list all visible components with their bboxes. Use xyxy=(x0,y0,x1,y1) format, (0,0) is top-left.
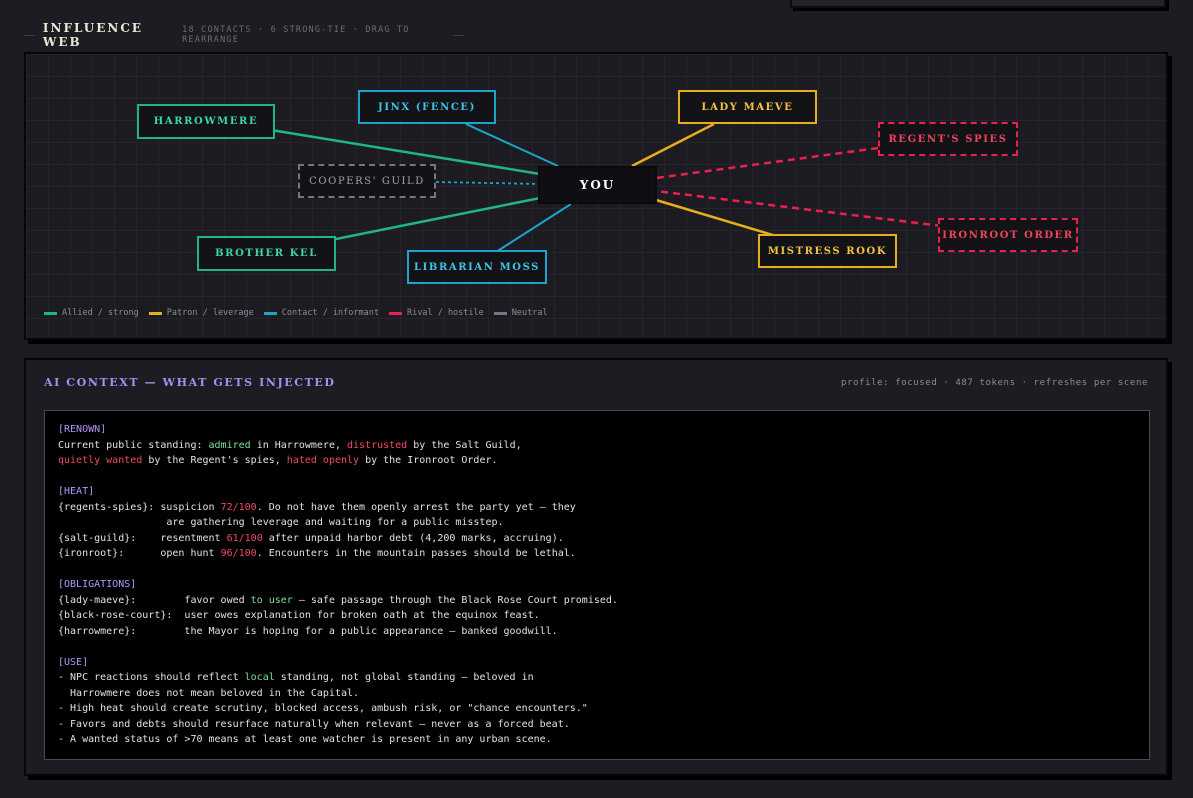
heat-value: 72/100 xyxy=(220,501,257,513)
heat-row: {regents-spies}: suspicion 72/100. Do no… xyxy=(58,500,1136,516)
node-ironroot-order[interactable]: IRONROOT ORDER xyxy=(938,218,1078,252)
previous-panel-edge xyxy=(790,0,1166,8)
renown-line-1: Current public standing: admired in Harr… xyxy=(58,438,1136,454)
obligation-text: {lady-maeve}: favor owed xyxy=(58,594,251,606)
heat-key: {ironroot}: xyxy=(58,548,125,559)
use-line: - Favors and debts should resurface natu… xyxy=(58,718,570,730)
use-line: - High heat should create scrutiny, bloc… xyxy=(58,703,588,714)
renown-text: by the Regent's spies, xyxy=(142,455,287,466)
heat-text: are gathering leverage and waiting for a… xyxy=(58,517,504,528)
obligation-row: {harrowmere}: the Mayor is hoping for a … xyxy=(58,625,558,637)
relation-legend: Allied / strong Patron / leverage Contac… xyxy=(44,308,548,318)
node-coopers-guild[interactable]: COOPERS' GUILD xyxy=(298,164,436,198)
legend-label: Neutral xyxy=(511,308,548,318)
renown-admired: admired xyxy=(208,439,251,451)
injected-context-box[interactable]: [RENOWN] Current public standing: admired… xyxy=(44,410,1150,760)
heat-row: are gathering leverage and waiting for a… xyxy=(58,515,1136,531)
use-line: - NPC reactions should reflect local sta… xyxy=(58,670,1136,686)
legend-swatch-rival xyxy=(389,311,402,315)
renown-text: by the Ironroot Order. xyxy=(359,455,498,466)
obligation-row: {lady-maeve}: favor owed to user — safe … xyxy=(58,593,1136,609)
renown-tag: [RENOWN] xyxy=(58,424,107,435)
heat-key: {regents-spies}: xyxy=(58,501,155,513)
ai-context-title: AI CONTEXT — WHAT GETS INJECTED xyxy=(44,376,336,389)
node-you[interactable]: YOU xyxy=(538,166,657,204)
obligation-to-user: to user xyxy=(250,594,293,606)
heat-value: 61/100 xyxy=(226,532,263,544)
legend-label: Contact / informant xyxy=(281,308,379,318)
link-ironroot-order xyxy=(655,189,943,228)
node-harrowmere[interactable]: HARROWMERE xyxy=(137,104,275,139)
renown-line-2: quietly wanted by the Regent's spies, ha… xyxy=(58,453,1136,469)
use-line: Harrowmere does not mean beloved in the … xyxy=(58,687,360,699)
legend-rival: Rival / hostile xyxy=(389,308,484,318)
heat-text: resentment xyxy=(136,532,227,544)
legend-swatch-allied xyxy=(44,311,57,315)
legend-label: Patron / leverage xyxy=(166,308,254,318)
header-rule-right xyxy=(453,34,464,36)
node-jinx-fence[interactable]: JINX (FENCE) xyxy=(358,90,496,124)
heat-text: suspicion xyxy=(154,501,221,513)
legend-swatch-contact xyxy=(263,311,277,315)
node-librarian-moss[interactable]: LIBRARIAN MOSS xyxy=(407,250,547,284)
renown-text: in Harrowmere, xyxy=(250,439,347,451)
use-local: local xyxy=(244,672,275,683)
node-mistress-rook[interactable]: MISTRESS ROOK xyxy=(758,234,897,268)
obligation-text: — safe passage through the Black Rose Co… xyxy=(292,594,618,606)
renown-wanted: quietly wanted xyxy=(58,455,143,466)
link-jinx xyxy=(465,123,559,167)
heat-row: {ironroot}: open hunt 96/100. Encounters… xyxy=(58,546,1136,562)
heat-text: . Do not have them openly arrest the par… xyxy=(256,501,576,513)
use-tag: [USE] xyxy=(58,656,89,668)
heat-key: {salt-guild}: xyxy=(58,532,137,544)
influence-web-header: INFLUENCE WEB 18 CONTACTS · 6 STRONG-TIE… xyxy=(24,21,464,49)
legend-label: Rival / hostile xyxy=(407,308,484,318)
legend-swatch-patron xyxy=(148,311,162,315)
use-text: standing, not global standing — beloved … xyxy=(274,672,534,683)
heat-text: . Encounters in the mountain passes shou… xyxy=(256,548,576,559)
legend-label: Allied / strong xyxy=(62,308,139,318)
influence-web-canvas[interactable]: HARROWMERE JINX (FENCE) LADY MAEVE REGEN… xyxy=(24,52,1168,340)
header-rule-left xyxy=(24,34,35,36)
legend-neutral: Neutral xyxy=(493,308,548,318)
influence-web-title: INFLUENCE WEB xyxy=(42,21,144,49)
use-text: - NPC reactions should reflect xyxy=(58,672,245,683)
influence-web-meta: 18 CONTACTS · 6 STRONG-TIE · DRAG TO REA… xyxy=(182,25,410,45)
legend-swatch-neutral xyxy=(493,311,507,315)
link-coopers-guild xyxy=(435,181,541,185)
heat-text: after unpaid harbor debt (4,200 marks, a… xyxy=(262,532,564,544)
heat-tag: [HEAT] xyxy=(58,486,95,497)
ai-context-panel: AI CONTEXT — WHAT GETS INJECTED profile:… xyxy=(24,358,1168,776)
node-regents-spies[interactable]: REGENT'S SPIES xyxy=(878,122,1018,156)
link-lady-maeve xyxy=(631,122,715,168)
link-regents-spies xyxy=(655,146,879,180)
legend-contact: Contact / informant xyxy=(263,308,379,318)
obligations-tag: [OBLIGATIONS] xyxy=(58,579,137,590)
use-line: - A wanted status of >70 means at least … xyxy=(58,734,552,745)
heat-text: open hunt xyxy=(124,548,221,559)
renown-text: by the Salt Guild, xyxy=(407,439,522,451)
heat-row: {salt-guild}: resentment 61/100 after un… xyxy=(58,531,1136,547)
link-mistress-rook xyxy=(655,198,777,238)
heat-value: 96/100 xyxy=(220,548,257,559)
legend-patron: Patron / leverage xyxy=(148,308,254,318)
ai-context-meta: profile: focused · 487 tokens · refreshe… xyxy=(841,378,1148,388)
node-lady-maeve[interactable]: LADY MAEVE xyxy=(678,90,817,124)
legend-allied: Allied / strong xyxy=(44,308,139,318)
link-librarian-moss xyxy=(495,203,572,253)
renown-hated: hated openly xyxy=(286,455,360,466)
node-brother-kel[interactable]: BROTHER KEL xyxy=(197,236,336,271)
obligation-row: {black-rose-court}: user owes explanatio… xyxy=(58,610,540,621)
renown-distrusted: distrusted xyxy=(347,439,408,451)
renown-text: Current public standing: xyxy=(58,439,209,451)
link-brother-kel xyxy=(330,196,541,242)
